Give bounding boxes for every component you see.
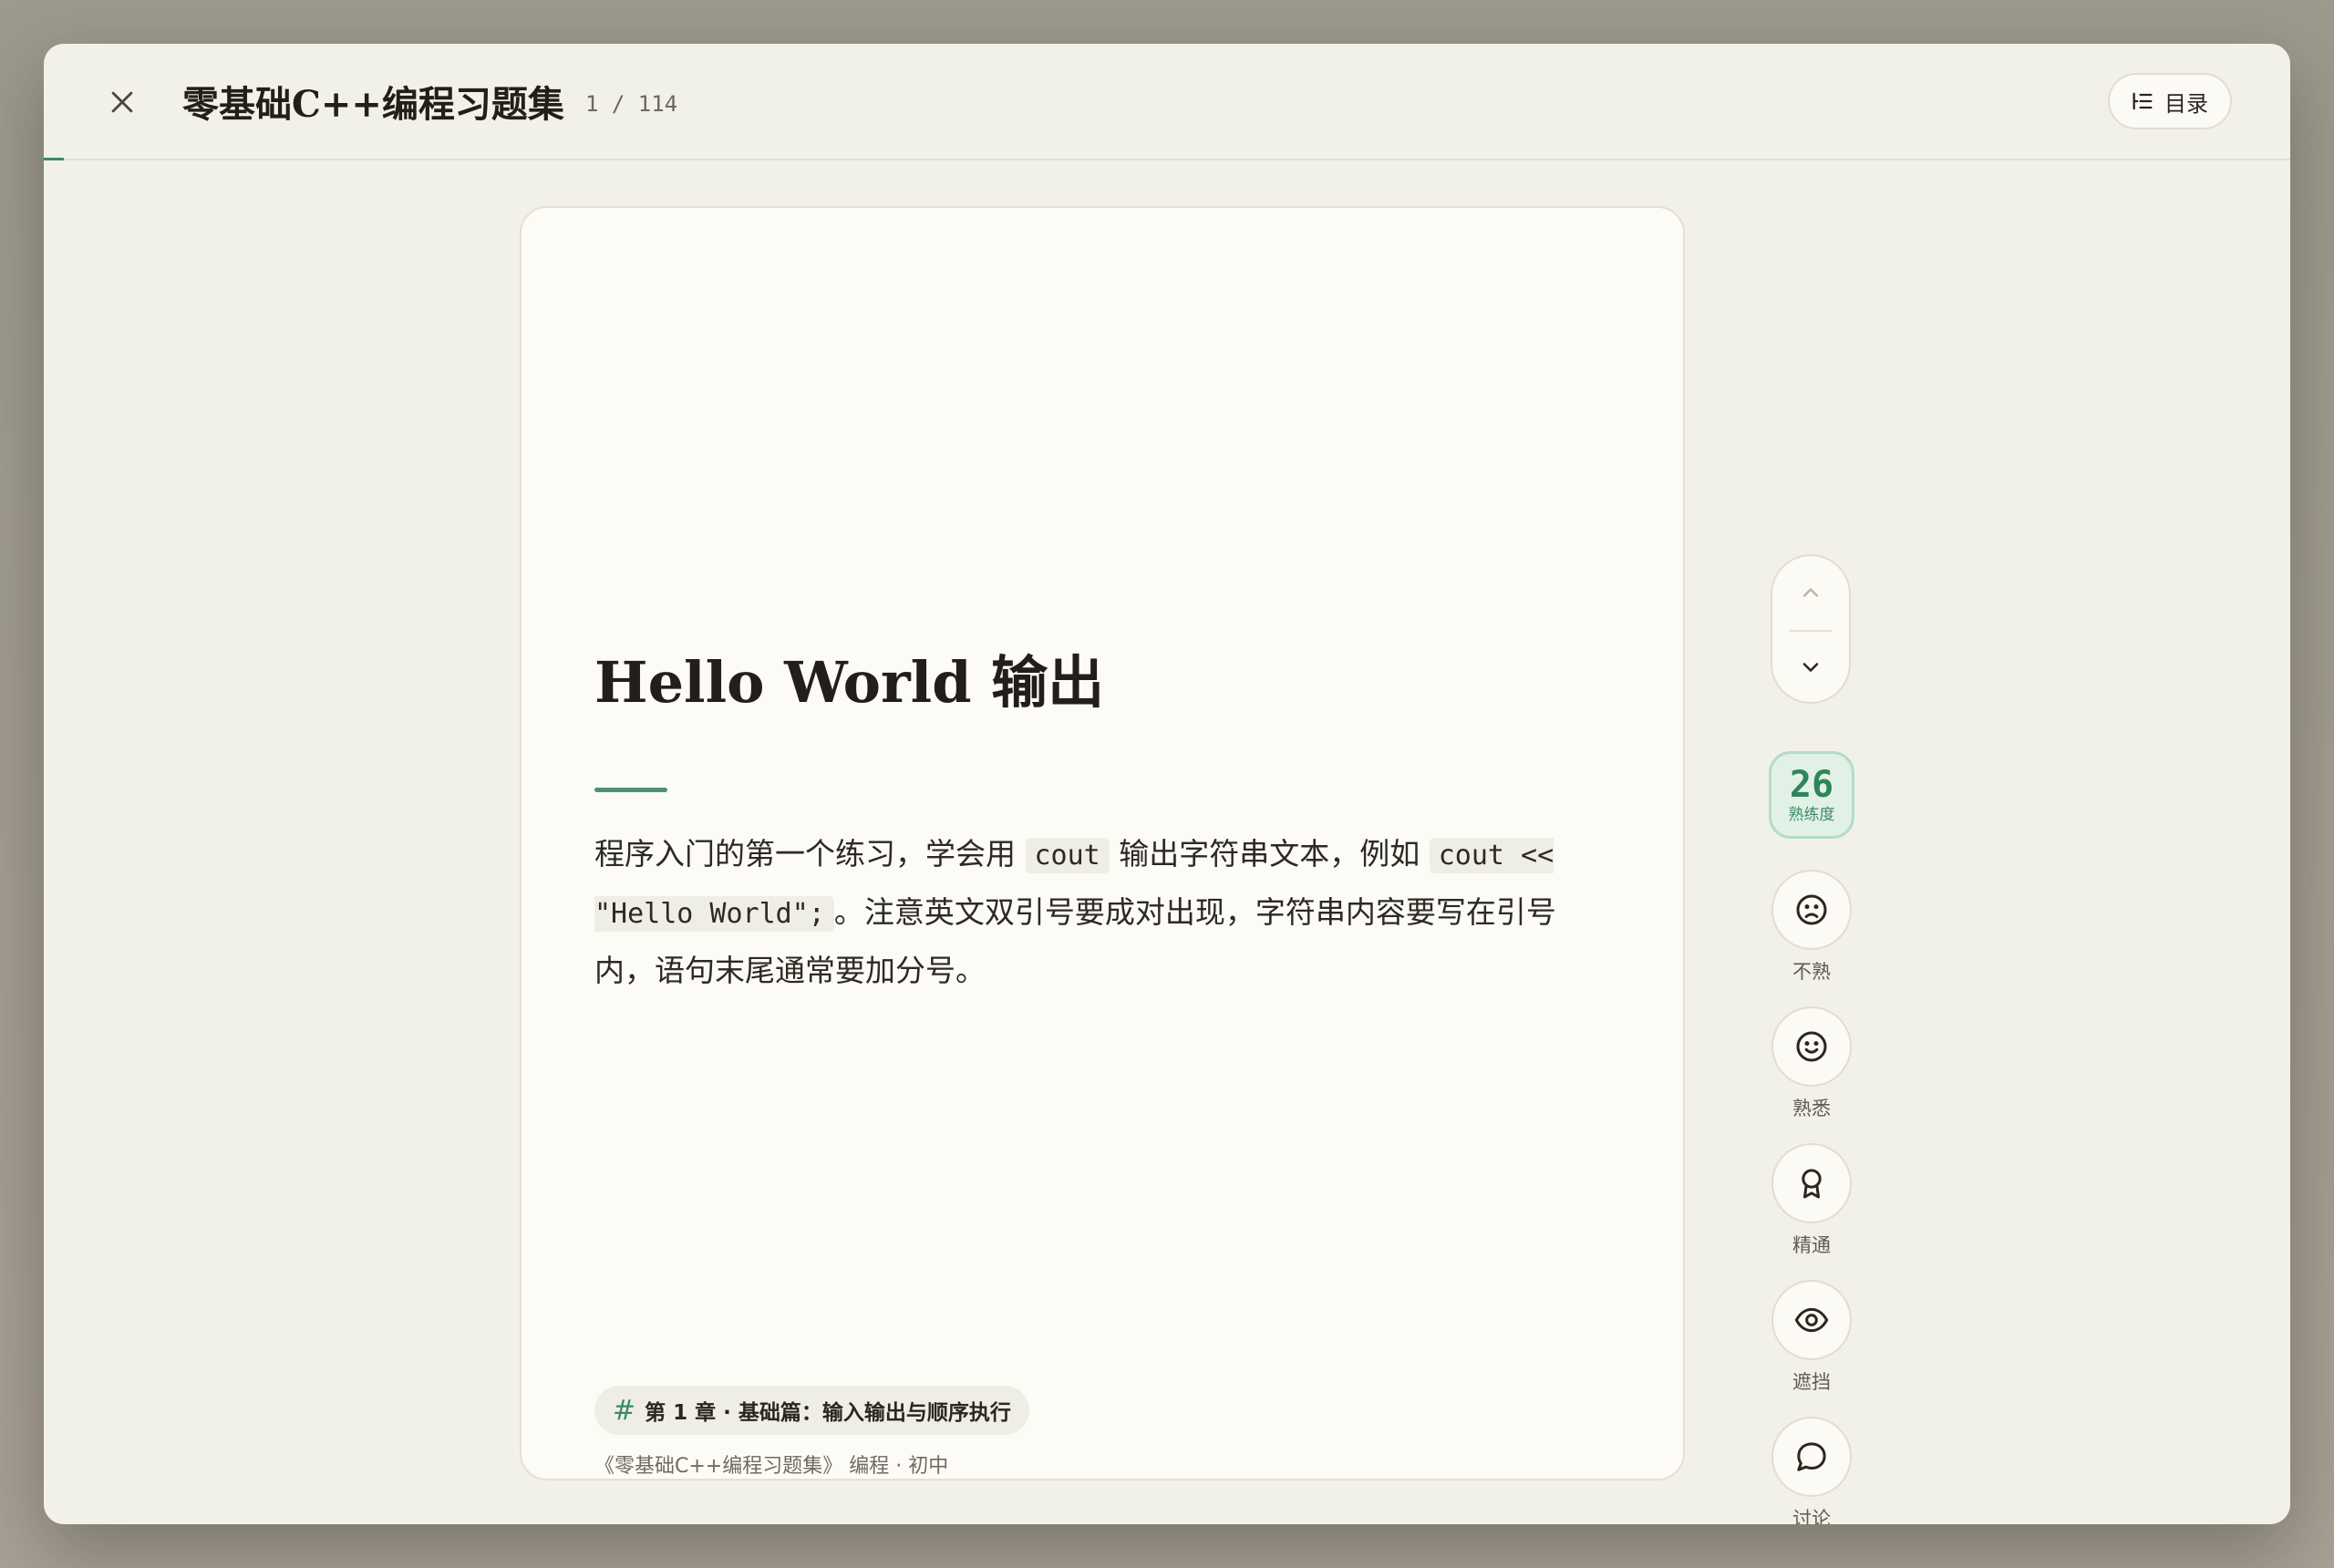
chapter-tag[interactable]: # 第 1 章 · 基础篇：输入输出与顺序执行 bbox=[594, 1386, 1029, 1435]
card-body: 程序入门的第一个练习，学会用 cout 输出字符串文本，例如 cout << "… bbox=[594, 826, 1606, 999]
rate-familiar-button[interactable] bbox=[1771, 1006, 1852, 1087]
body-text: 程序入门的第一个练习，学会用 bbox=[594, 836, 1026, 872]
rate-mastered-button[interactable] bbox=[1771, 1143, 1852, 1223]
chevron-up-icon bbox=[1802, 588, 1819, 597]
previous-card-button[interactable] bbox=[1772, 556, 1849, 629]
rate-unfamiliar-label: 不熟 bbox=[1792, 961, 1831, 983]
rate-mastered[interactable]: 精通 bbox=[1769, 1143, 1854, 1258]
toggle-mask-label: 遮挡 bbox=[1792, 1371, 1831, 1393]
toggle-mask-button[interactable] bbox=[1771, 1280, 1852, 1360]
body-text: 输出字符串文本，例如 bbox=[1109, 836, 1430, 872]
toggle-mask[interactable]: 遮挡 bbox=[1769, 1280, 1854, 1395]
open-discussion-button[interactable] bbox=[1771, 1417, 1852, 1497]
reading-progress-bar bbox=[44, 158, 64, 160]
toc-label: 目录 bbox=[2164, 90, 2208, 117]
mastery-value: 26 bbox=[1789, 764, 1834, 806]
inline-code: cout bbox=[1025, 838, 1110, 873]
next-card-button[interactable] bbox=[1772, 631, 1849, 704]
source-meta: 《零基础C++编程习题集》 编程 · 初中 bbox=[594, 1455, 949, 1478]
award-icon bbox=[1802, 1169, 1822, 1199]
open-discussion[interactable]: 讨论 bbox=[1769, 1417, 1854, 1524]
rate-unfamiliar[interactable]: 不熟 bbox=[1769, 870, 1854, 985]
mastery-badge: 26 熟练度 bbox=[1769, 751, 1854, 839]
top-bar: 零基础C++编程习题集 1 / 114 目录 bbox=[44, 44, 2290, 160]
reader-modal: 零基础C++编程习题集 1 / 114 目录 Hello World 输出 程序… bbox=[44, 44, 2290, 1524]
card-title: Hello World 输出 bbox=[594, 649, 1105, 716]
hash-icon: # bbox=[613, 1394, 636, 1427]
close-icon bbox=[111, 91, 133, 113]
rate-familiar-label: 熟悉 bbox=[1792, 1098, 1831, 1119]
open-discussion-label: 讨论 bbox=[1792, 1508, 1831, 1524]
list-icon bbox=[2133, 92, 2153, 110]
smile-face-icon bbox=[1796, 1031, 1827, 1062]
rate-mastered-label: 精通 bbox=[1792, 1234, 1831, 1256]
chat-bubble-icon bbox=[1797, 1442, 1826, 1471]
toc-button[interactable]: 目录 bbox=[2108, 73, 2232, 129]
mastery-label: 熟练度 bbox=[1788, 806, 1835, 824]
sad-face-icon bbox=[1796, 894, 1827, 925]
title-underline bbox=[594, 788, 667, 792]
page-counter: 1 / 114 bbox=[585, 91, 678, 117]
card-navigation bbox=[1771, 554, 1851, 704]
rate-familiar[interactable]: 熟悉 bbox=[1769, 1006, 1854, 1121]
eye-icon bbox=[1794, 1307, 1829, 1333]
flashcard: Hello World 输出 程序入门的第一个练习，学会用 cout 输出字符串… bbox=[520, 206, 1685, 1480]
chapter-label: 第 1 章 · 基础篇：输入输出与顺序执行 bbox=[645, 1401, 1011, 1425]
rate-unfamiliar-button[interactable] bbox=[1771, 870, 1852, 950]
close-button[interactable] bbox=[100, 80, 144, 124]
chevron-down-icon bbox=[1802, 663, 1819, 672]
book-title: 零基础C++编程习题集 bbox=[182, 83, 564, 126]
